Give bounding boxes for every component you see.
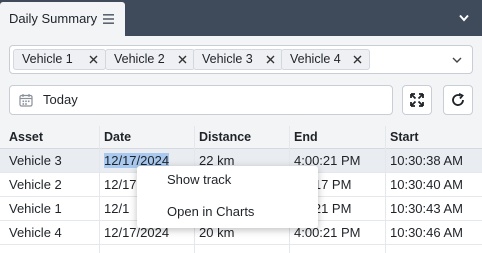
table-header: Asset Date Distance End Start (0, 126, 482, 149)
tab-daily-summary[interactable]: Daily Summary (0, 2, 125, 36)
top-bar: Daily Summary (0, 0, 482, 36)
remove-chip-icon[interactable] (266, 55, 275, 64)
context-menu: Show track Open in Charts (137, 166, 318, 228)
calendar-icon (19, 94, 33, 107)
refresh-button[interactable] (443, 85, 473, 115)
column-divider (99, 126, 100, 253)
column-header-end[interactable]: End (294, 126, 318, 149)
cell-start: 10:30:40 AM (390, 177, 463, 192)
cell-start: 10:30:46 AM (390, 225, 463, 240)
column-header-date[interactable]: Date (104, 126, 131, 149)
column-header-asset[interactable]: Asset (9, 126, 43, 149)
remove-chip-icon[interactable] (353, 55, 362, 64)
refresh-icon (452, 93, 464, 106)
column-header-start[interactable]: Start (390, 126, 418, 149)
remove-chip-icon[interactable] (89, 55, 98, 64)
remove-chip-icon[interactable] (178, 55, 187, 64)
vehicle-chip: Vehicle 1 (13, 49, 106, 70)
cell-asset: Vehicle 4 (9, 225, 62, 240)
chip-label: Vehicle 2 (114, 52, 165, 66)
vehicle-chip: Vehicle 4 (281, 49, 370, 70)
cell-start: 10:30:43 AM (390, 201, 463, 216)
chip-label: Vehicle 1 (22, 52, 73, 66)
expand-arrows-icon (410, 93, 424, 107)
vehicle-chip: Vehicle 3 (193, 49, 283, 70)
cell-date: 12/17 (104, 177, 137, 192)
hamburger-icon[interactable] (103, 14, 114, 24)
chip-label: Vehicle 4 (290, 52, 341, 66)
column-divider (385, 126, 386, 253)
cell-date: 12/1 (104, 201, 130, 216)
column-header-distance[interactable]: Distance (199, 126, 251, 149)
chevron-down-icon[interactable] (452, 57, 462, 63)
fit-to-view-button[interactable] (402, 85, 432, 115)
vehicle-multiselect[interactable]: Vehicle 1 Vehicle 2 Vehicle 3 Vehicle 4 (9, 45, 473, 74)
date-range-field[interactable]: Today (9, 85, 393, 115)
tab-title: Daily Summary (9, 11, 98, 26)
cell-asset: Vehicle 1 (9, 201, 62, 216)
menu-item-open-in-charts[interactable]: Open in Charts (167, 202, 254, 222)
date-value: Today (43, 92, 78, 107)
menu-item-show-track[interactable]: Show track (167, 170, 231, 190)
vehicle-chip: Vehicle 2 (105, 49, 195, 70)
cell-asset: Vehicle 2 (9, 177, 62, 192)
chip-label: Vehicle 3 (202, 52, 253, 66)
cell-start: 10:30:38 AM (390, 153, 463, 168)
cell-asset: Vehicle 3 (9, 153, 62, 168)
chevron-down-icon[interactable] (459, 14, 469, 22)
